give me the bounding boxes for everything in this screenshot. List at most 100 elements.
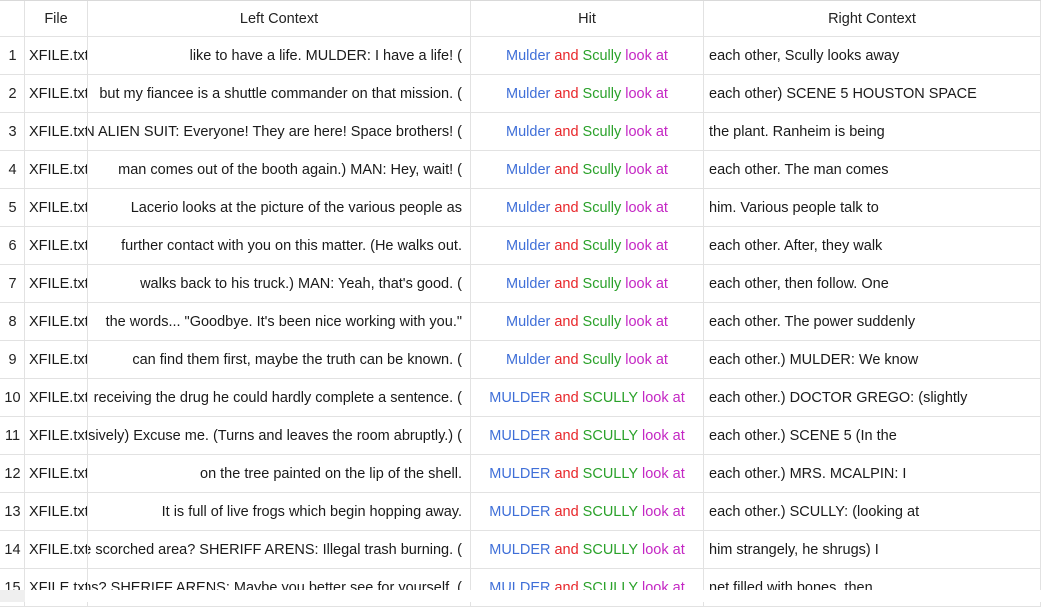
hit-word: and <box>554 389 579 406</box>
left-context-cell[interactable]: It is full of live frogs which begin hop… <box>88 493 471 530</box>
table-row[interactable]: 7 XFILE.txt walks back to his truck.) MAN:… <box>0 265 1041 303</box>
file-cell[interactable]: XFILE.txt <box>25 265 88 302</box>
hit-cell[interactable]: Mulder and Scully look at <box>471 341 704 378</box>
left-context-cell[interactable]: Lacerio looks at the picture of the vari… <box>88 189 471 226</box>
table-row[interactable]: 11 XFILE.txt sively) Excuse me. (Turns and… <box>0 417 1041 455</box>
row-number[interactable]: 5 <box>0 189 25 226</box>
right-context-cell[interactable]: each other. The man comes <box>704 151 1041 188</box>
table-row[interactable]: 3 XFILE.txt IN ALIEN SUIT: Everyone! They … <box>0 113 1041 151</box>
left-context-cell[interactable]: further contact with you on this matter.… <box>88 227 471 264</box>
file-cell[interactable]: XFILE.txt <box>25 303 88 340</box>
left-context-cell[interactable]: man comes out of the booth again.) MAN: … <box>88 151 471 188</box>
table-row[interactable]: 1 XFILE.txt like to have a life. MULDER: I… <box>0 37 1041 75</box>
hit-word: look at <box>625 275 668 292</box>
column-header-left-context[interactable]: Left Context <box>88 1 471 36</box>
row-number[interactable]: 2 <box>0 75 25 112</box>
hit-word: MULDER <box>489 389 551 406</box>
table-row[interactable]: 14 XFILE.txt he scorched area? SHERIFF ARE… <box>0 531 1041 569</box>
table-row[interactable]: 2 XFILE.txt but my fiancee is a shuttle co… <box>0 75 1041 113</box>
hit-word: Mulder <box>506 275 551 292</box>
file-cell[interactable]: XFILE.txt <box>25 189 88 226</box>
file-cell[interactable]: XFILE.txt <box>25 341 88 378</box>
row-number[interactable]: 12 <box>0 455 25 492</box>
file-cell[interactable]: XFILE.txt <box>25 151 88 188</box>
row-number[interactable]: 13 <box>0 493 25 530</box>
file-cell[interactable]: XFILE.txt <box>25 75 88 112</box>
left-context-cell[interactable]: sively) Excuse me. (Turns and leaves the… <box>88 417 471 454</box>
hit-cell[interactable]: Mulder and Scully look at <box>471 37 704 74</box>
left-context-cell[interactable]: he scorched area? SHERIFF ARENS: Illegal… <box>88 531 471 568</box>
table-row[interactable]: 13 XFILE.txt It is full of live frogs whic… <box>0 493 1041 531</box>
left-context-cell[interactable]: but my fiancee is a shuttle commander on… <box>88 75 471 112</box>
right-context-cell[interactable]: each other. The power suddenly <box>704 303 1041 340</box>
right-context-cell[interactable]: the plant. Ranheim is being <box>704 113 1041 150</box>
hit-cell[interactable]: Mulder and Scully look at <box>471 265 704 302</box>
row-number[interactable]: 11 <box>0 417 25 454</box>
file-cell[interactable]: XFILE.txt <box>25 37 88 74</box>
file-cell[interactable]: XFILE.txt <box>25 113 88 150</box>
column-header-file[interactable]: File <box>25 1 88 36</box>
hit-word: and <box>554 275 579 292</box>
file-cell[interactable]: XFILE.txt <box>25 531 88 568</box>
table-row[interactable]: 9 XFILE.txt can find them first, maybe the… <box>0 341 1041 379</box>
hit-cell[interactable]: Mulder and Scully look at <box>471 151 704 188</box>
file-cell[interactable]: XFILE.txt <box>25 227 88 264</box>
row-number[interactable]: 14 <box>0 531 25 568</box>
right-context-cell[interactable]: each other.) MULDER: We know <box>704 341 1041 378</box>
file-cell[interactable]: XFILE.txt <box>25 493 88 530</box>
left-context-cell[interactable]: the words... "Goodbye. It's been nice wo… <box>88 303 471 340</box>
hit-cell[interactable]: Mulder and Scully look at <box>471 113 704 150</box>
right-context-cell[interactable]: each other.) DOCTOR GREGO: (slightly <box>704 379 1041 416</box>
row-number[interactable]: 9 <box>0 341 25 378</box>
hit-word: MULDER <box>489 503 551 520</box>
right-context-cell[interactable]: each other.) MRS. MCALPIN: I <box>704 455 1041 492</box>
row-number[interactable]: 6 <box>0 227 25 264</box>
table-row[interactable]: 4 XFILE.txt man comes out of the booth aga… <box>0 151 1041 189</box>
hit-cell[interactable]: Mulder and Scully look at <box>471 303 704 340</box>
table-row[interactable]: 6 XFILE.txt further contact with you on th… <box>0 227 1041 265</box>
left-context-cell[interactable]: like to have a life. MULDER: I have a li… <box>88 37 471 74</box>
row-number[interactable]: 10 <box>0 379 25 416</box>
left-context-cell[interactable]: receiving the drug he could hardly compl… <box>88 379 471 416</box>
row-number[interactable]: 8 <box>0 303 25 340</box>
hit-cell[interactable]: Mulder and Scully look at <box>471 189 704 226</box>
table-row[interactable]: 8 XFILE.txt the words... "Goodbye. It's be… <box>0 303 1041 341</box>
hit-word: SCULLY <box>582 389 639 406</box>
right-context-cell[interactable]: each other. After, they walk <box>704 227 1041 264</box>
row-number[interactable]: 1 <box>0 37 25 74</box>
hit-cell[interactable]: Mulder and Scully look at <box>471 75 704 112</box>
right-context-cell[interactable]: each other.) SCENE 5 (In the <box>704 417 1041 454</box>
table-row[interactable]: 5 XFILE.txt Lacerio looks at the picture o… <box>0 189 1041 227</box>
right-context-cell[interactable]: each other, then follow. One <box>704 265 1041 302</box>
right-context-cell[interactable]: each other.) SCULLY: (looking at <box>704 493 1041 530</box>
file-cell[interactable]: XFILE.txt <box>25 379 88 416</box>
hit-word: look at <box>625 47 668 64</box>
column-header-hit[interactable]: Hit <box>471 1 704 36</box>
hit-cell[interactable]: MULDER and SCULLY look at <box>471 531 704 568</box>
row-number[interactable]: 4 <box>0 151 25 188</box>
column-header-right-context[interactable]: Right Context <box>704 1 1041 36</box>
hit-word: SCULLY <box>582 465 639 482</box>
hit-word: look at <box>625 85 668 102</box>
hit-cell[interactable]: MULDER and SCULLY look at <box>471 379 704 416</box>
right-context-cell[interactable]: each other, Scully looks away <box>704 37 1041 74</box>
right-context-cell[interactable]: him. Various people talk to <box>704 189 1041 226</box>
left-context-cell[interactable]: walks back to his truck.) MAN: Yeah, tha… <box>88 265 471 302</box>
hit-cell[interactable]: MULDER and SCULLY look at <box>471 493 704 530</box>
table-row[interactable]: 10 XFILE.txt receiving the drug he could h… <box>0 379 1041 417</box>
file-cell[interactable]: XFILE.txt <box>25 417 88 454</box>
hit-cell[interactable]: MULDER and SCULLY look at <box>471 455 704 492</box>
hit-cell[interactable]: MULDER and SCULLY look at <box>471 417 704 454</box>
right-context-cell[interactable]: each other) SCENE 5 HOUSTON SPACE <box>704 75 1041 112</box>
left-context-cell[interactable]: on the tree painted on the lip of the sh… <box>88 455 471 492</box>
file-cell[interactable]: XFILE.txt <box>25 455 88 492</box>
table-row[interactable]: 12 XFILE.txt on the tree painted on the li… <box>0 455 1041 493</box>
left-context-cell[interactable]: can find them first, maybe the truth can… <box>88 341 471 378</box>
hit-word: Scully <box>582 123 622 140</box>
hit-cell[interactable]: Mulder and Scully look at <box>471 227 704 264</box>
row-number[interactable]: 7 <box>0 265 25 302</box>
right-context-cell[interactable]: him strangely, he shrugs) I <box>704 531 1041 568</box>
column-header-row-number[interactable] <box>0 1 25 36</box>
left-context-cell[interactable]: IN ALIEN SUIT: Everyone! They are here! … <box>88 113 471 150</box>
row-number[interactable]: 3 <box>0 113 25 150</box>
